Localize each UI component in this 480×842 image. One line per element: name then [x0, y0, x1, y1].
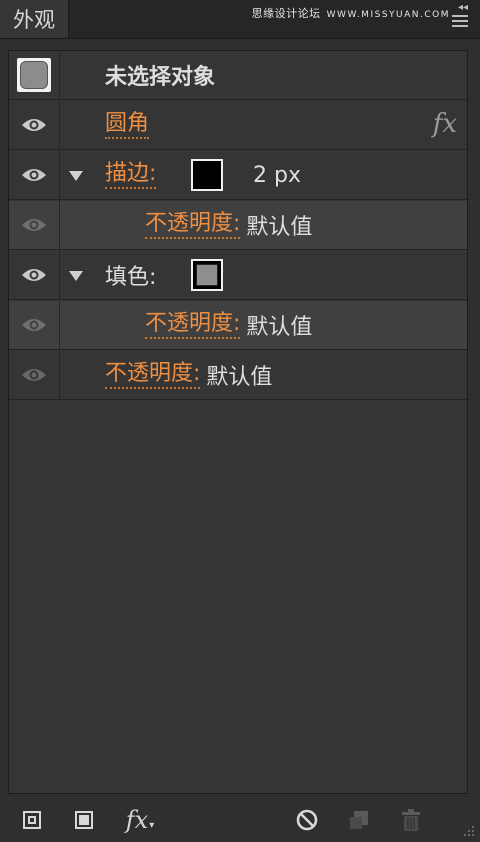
stroke-swatch[interactable] — [191, 159, 223, 191]
eye-icon — [22, 319, 46, 331]
visibility-toggle[interactable] — [9, 301, 60, 349]
object-thumbnail — [17, 58, 51, 92]
tab-label: 外观 — [13, 8, 55, 32]
opacity-value: 默认值 — [246, 315, 313, 340]
duplicate-item-icon — [350, 811, 368, 829]
tab-appearance[interactable]: 外观 — [0, 0, 69, 38]
watermark-text: 思缘设计论坛 — [251, 7, 321, 20]
collapse-panel-icon[interactable]: ◂◂ — [458, 2, 468, 13]
object-row[interactable]: 未选择对象 — [9, 51, 467, 100]
opacity-value: 默认值 — [206, 365, 273, 390]
visibility-toggle[interactable] — [9, 101, 60, 149]
fx-icon[interactable]: fx — [433, 109, 457, 139]
bottom-toolbar: fx▾ — [0, 800, 480, 842]
fill-swatch[interactable] — [191, 259, 223, 291]
eye-icon — [22, 219, 46, 231]
resize-grip-icon[interactable] — [460, 822, 476, 838]
object-label: 未选择对象 — [105, 65, 216, 90]
clear-appearance-icon — [296, 809, 318, 831]
opacity-value: 默认值 — [246, 215, 313, 240]
panel-tab-bar: 外观 思缘设计论坛 WWW.MISSYUAN.COM ◂◂ — [0, 0, 480, 39]
effect-link[interactable]: 圆角 — [105, 111, 150, 139]
stroke-link[interactable]: 描边: — [105, 161, 157, 189]
add-new-stroke-button[interactable] — [20, 808, 44, 832]
opacity-link[interactable]: 不透明度: — [105, 361, 201, 389]
disclosure-triangle-icon[interactable] — [69, 171, 83, 181]
list-item-fill-opacity[interactable]: 不透明度: 默认值 — [9, 301, 467, 350]
add-new-fill-button[interactable] — [72, 808, 96, 832]
panel-menu-icon[interactable] — [452, 15, 468, 27]
stroke-weight[interactable]: 2 px — [253, 151, 301, 199]
visibility-toggle[interactable] — [9, 201, 60, 249]
disclosure-triangle-icon[interactable] — [69, 271, 83, 281]
eye-icon — [22, 169, 46, 181]
eye-icon — [22, 119, 46, 131]
watermark: 思缘设计论坛 WWW.MISSYUAN.COM — [252, 5, 450, 21]
opacity-link[interactable]: 不透明度: — [145, 211, 241, 239]
list-item-object-opacity[interactable]: 不透明度: 默认值 — [9, 351, 467, 400]
eye-icon — [22, 269, 46, 281]
watermark-url: WWW.MISSYUAN.COM — [326, 10, 450, 20]
opacity-link[interactable]: 不透明度: — [145, 311, 241, 339]
visibility-toggle[interactable] — [9, 351, 60, 399]
add-new-effect-button[interactable]: fx▾ — [120, 806, 160, 834]
appearance-panel: 外观 思缘设计论坛 WWW.MISSYUAN.COM ◂◂ 未选择对象 圆角 fx — [0, 0, 480, 842]
list-item-stroke-opacity[interactable]: 不透明度: 默认值 — [9, 201, 467, 250]
clear-appearance-button[interactable] — [294, 808, 320, 832]
delete-item-button[interactable] — [398, 808, 424, 832]
delete-item-icon — [402, 809, 420, 831]
eye-icon — [22, 369, 46, 381]
list-item-effect[interactable]: 圆角 fx — [9, 101, 467, 150]
list-item-fill[interactable]: 填色: — [9, 251, 467, 300]
visibility-toggle[interactable] — [9, 251, 60, 299]
duplicate-item-button[interactable] — [346, 808, 372, 832]
list-item-stroke[interactable]: 描边: 2 px — [9, 151, 467, 200]
add-stroke-icon — [23, 811, 41, 829]
appearance-list: 未选择对象 圆角 fx 描边: 2 px 不透明度: 默认值 填色: 不透明度:… — [8, 50, 468, 794]
thumbnail-cell — [9, 51, 60, 99]
fill-label: 填色: — [105, 265, 157, 290]
fx-menu-icon: fx▾ — [125, 806, 155, 834]
visibility-toggle[interactable] — [9, 151, 60, 199]
add-fill-icon — [75, 811, 93, 829]
